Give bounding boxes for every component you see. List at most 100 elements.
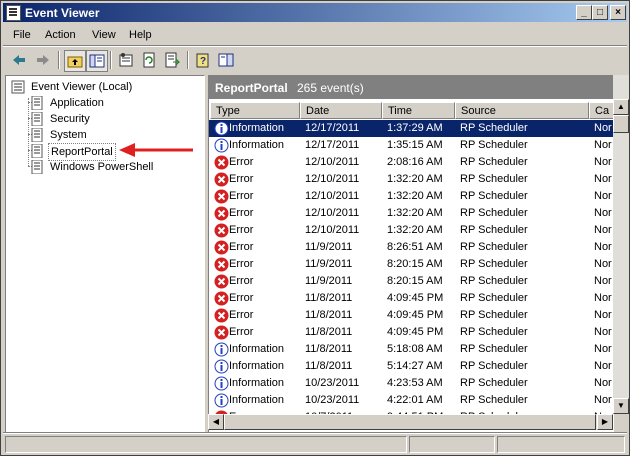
- cell-type: Error: [229, 207, 254, 219]
- tree-item-label: Windows PowerShell: [50, 161, 154, 173]
- scroll-right-button[interactable]: ▶: [597, 414, 613, 430]
- vertical-scrollbar[interactable]: ▲ ▼: [613, 75, 629, 414]
- event-count: 265 event(s): [297, 81, 364, 95]
- column-header-category[interactable]: Ca: [589, 102, 614, 119]
- window-title: Event Viewer: [25, 6, 100, 20]
- vertical-scroll-thumb[interactable]: [613, 115, 629, 133]
- properties-icon: [119, 53, 133, 67]
- status-panel: [497, 436, 625, 453]
- help-button[interactable]: ?: [193, 50, 213, 70]
- forward-arrow-icon: [37, 55, 49, 65]
- information-icon: [214, 393, 229, 408]
- table-row[interactable]: Error 12/10/2011 1:32:20 AM RP Scheduler Nor: [209, 205, 614, 222]
- table-row[interactable]: Error 12/10/2011 1:32:20 AM RP Scheduler Nor: [209, 188, 614, 205]
- cell-time: 4:22:01 AM: [387, 394, 443, 406]
- cell-type: Information: [229, 360, 285, 372]
- cell-source: RP Scheduler: [460, 343, 528, 355]
- cell-type: Error: [229, 309, 254, 321]
- table-row[interactable]: Information 12/17/2011 1:37:29 AM RP Schedu…: [209, 120, 614, 137]
- cell-source: RP Scheduler: [460, 173, 528, 185]
- title-bar[interactable]: Event Viewer _ □ ×: [3, 3, 627, 22]
- scroll-up-button[interactable]: ▲: [613, 99, 629, 115]
- cell-date: 12/10/2011: [305, 173, 360, 185]
- event-viewer-app-icon: [6, 5, 21, 21]
- cell-source: RP Scheduler: [460, 156, 528, 168]
- error-icon: [214, 325, 229, 340]
- cell-category: Nor: [594, 207, 612, 219]
- table-row[interactable]: Error 12/10/2011 2:08:16 AM RP Scheduler Nor: [209, 154, 614, 171]
- export-list-button[interactable]: [162, 50, 182, 70]
- table-row[interactable]: Information 11/8/2011 5:14:27 AM RP Schedul…: [209, 358, 614, 375]
- cell-source: RP Scheduler: [460, 292, 528, 304]
- menu-file[interactable]: File: [13, 29, 31, 41]
- up-one-level-button[interactable]: [64, 50, 86, 72]
- column-header-source[interactable]: Source: [455, 102, 589, 119]
- cell-category: Nor: [594, 275, 612, 287]
- cell-date: 10/23/2011: [305, 394, 360, 406]
- table-row[interactable]: Information 10/23/2011 4:23:53 AM RP Schedu…: [209, 375, 614, 392]
- cell-date: 12/10/2011: [305, 156, 360, 168]
- tree-item-label: Security: [50, 113, 90, 125]
- table-row[interactable]: Error 11/8/2011 4:09:45 PM RP Scheduler Nor: [209, 290, 614, 307]
- forward-button[interactable]: [33, 50, 53, 70]
- horizontal-scrollbar[interactable]: ◀ ▶: [208, 414, 613, 430]
- cell-source: RP Scheduler: [460, 275, 528, 287]
- table-row[interactable]: Error 11/9/2011 8:20:15 AM RP Scheduler Nor: [209, 256, 614, 273]
- table-row[interactable]: Information 12/17/2011 1:35:15 AM RP Schedu…: [209, 137, 614, 154]
- toolbar-separator: [187, 51, 189, 69]
- menu-help[interactable]: Help: [129, 29, 152, 41]
- refresh-button[interactable]: [139, 50, 159, 70]
- menu-view[interactable]: View: [92, 29, 116, 41]
- error-icon: [214, 206, 229, 221]
- cell-category: Nor: [594, 377, 612, 389]
- table-row[interactable]: Error 12/10/2011 1:32:20 AM RP Scheduler Nor: [209, 171, 614, 188]
- cell-time: 1:37:29 AM: [387, 122, 443, 134]
- tree-item-label: System: [50, 129, 87, 141]
- up-folder-icon: [67, 56, 83, 68]
- svg-text:?: ?: [200, 56, 206, 67]
- scroll-left-button[interactable]: ◀: [208, 414, 224, 430]
- cell-date: 11/9/2011: [305, 275, 353, 287]
- cell-source: RP Scheduler: [460, 139, 528, 151]
- cell-type: Error: [229, 326, 254, 338]
- toolbar-separator: [58, 51, 60, 69]
- tree-root-label: Event Viewer (Local): [31, 81, 133, 93]
- table-row[interactable]: Error 11/9/2011 8:20:15 AM RP Scheduler Nor: [209, 273, 614, 290]
- column-header-type[interactable]: Type: [210, 102, 300, 119]
- column-header-date[interactable]: Date: [300, 102, 382, 119]
- tree-connector: [28, 98, 29, 166]
- table-row[interactable]: Information 11/8/2011 5:18:08 AM RP Schedul…: [209, 341, 614, 358]
- table-row[interactable]: Error 11/8/2011 4:09:45 PM RP Scheduler Nor: [209, 307, 614, 324]
- cell-source: RP Scheduler: [460, 326, 528, 338]
- properties-button[interactable]: [116, 50, 136, 70]
- cell-category: Nor: [594, 139, 612, 151]
- show-hide-action-pane-button[interactable]: [216, 50, 236, 70]
- table-row[interactable]: Error 12/10/2011 1:32:20 AM RP Scheduler Nor: [209, 222, 614, 239]
- maximize-button[interactable]: □: [592, 5, 608, 20]
- show-hide-console-tree-button[interactable]: [86, 50, 108, 72]
- status-divider: [3, 432, 627, 434]
- table-row[interactable]: Information 10/23/2011 4:22:01 AM RP Schedu…: [209, 392, 614, 409]
- event-list-pane: ReportPortal 265 event(s) Type Date Time…: [208, 75, 614, 432]
- export-list-icon: [165, 52, 180, 68]
- table-row[interactable]: Error 11/8/2011 4:09:45 PM RP Scheduler Nor: [209, 324, 614, 341]
- cell-source: RP Scheduler: [460, 241, 528, 253]
- close-button[interactable]: ×: [610, 5, 626, 20]
- cell-time: 4:09:45 PM: [387, 292, 444, 304]
- toolbar-separator: [110, 51, 112, 69]
- back-button[interactable]: [9, 50, 29, 70]
- scroll-down-button[interactable]: ▼: [613, 398, 629, 414]
- cell-type: Error: [229, 292, 254, 304]
- column-header-time[interactable]: Time: [382, 102, 455, 119]
- cell-date: 11/8/2011: [305, 360, 353, 372]
- error-icon: [214, 257, 229, 272]
- cell-source: RP Scheduler: [460, 360, 528, 372]
- horizontal-scroll-thumb[interactable]: [224, 414, 596, 430]
- table-row[interactable]: Error 11/9/2011 8:26:51 AM RP Scheduler Nor: [209, 239, 614, 256]
- information-icon: [214, 359, 229, 374]
- cell-date: 10/23/2011: [305, 377, 360, 389]
- minimize-button[interactable]: _: [576, 5, 592, 20]
- menu-action[interactable]: Action: [45, 29, 76, 41]
- cell-category: Nor: [594, 122, 612, 134]
- error-icon: [214, 172, 229, 187]
